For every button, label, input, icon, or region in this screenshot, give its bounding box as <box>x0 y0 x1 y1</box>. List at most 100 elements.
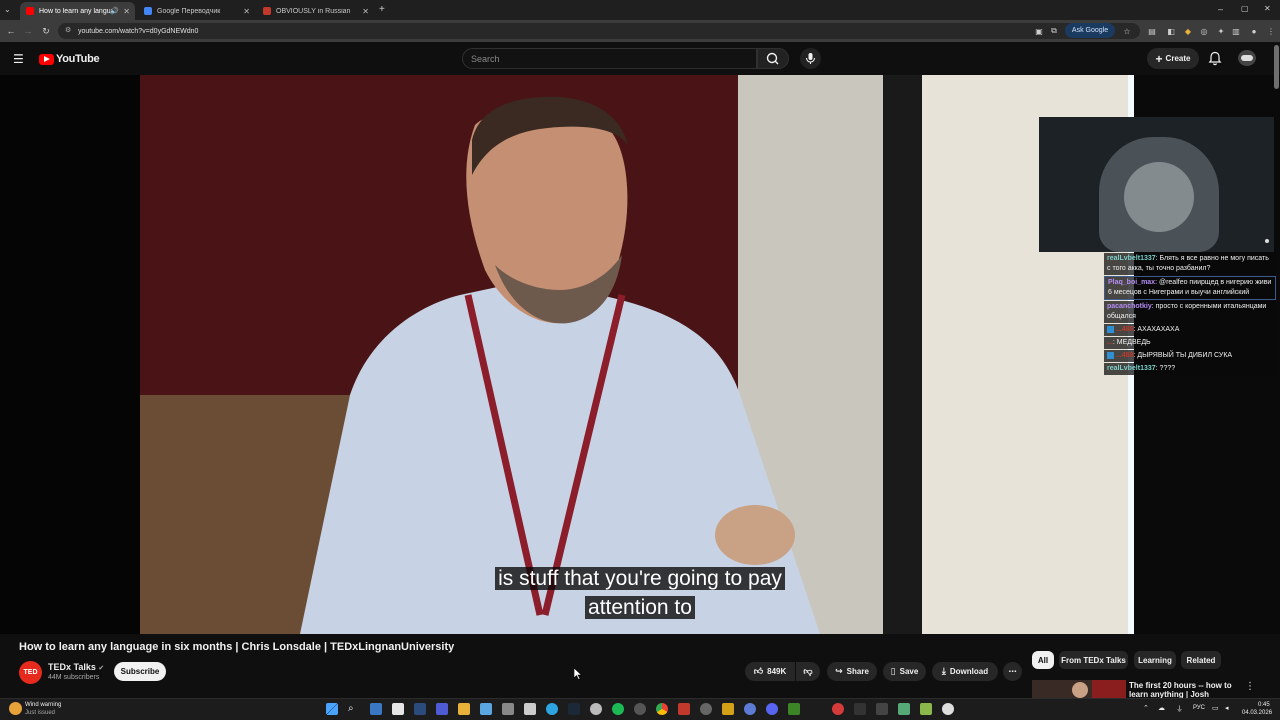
chat-username: pacanchotkiy <box>1107 303 1152 310</box>
file-explorer-icon[interactable] <box>458 703 470 715</box>
bookmark-star-icon[interactable]: ☆ <box>1122 26 1132 36</box>
like-button[interactable]: 👍︎ 849K <box>745 662 795 681</box>
app-icon[interactable] <box>436 703 448 715</box>
tab-title: How to learn any language <box>39 7 115 15</box>
tab-search-icon[interactable]: ⌄ <box>4 5 11 14</box>
app-icon[interactable] <box>942 703 954 715</box>
app-icon[interactable] <box>876 703 888 715</box>
chip-all[interactable]: All <box>1032 651 1054 669</box>
tab-youtube[interactable]: How to learn any language 🔊 ✕ <box>20 2 135 20</box>
app-icon[interactable] <box>920 703 932 715</box>
channel-name[interactable]: TEDx Talks ✔ <box>48 662 104 672</box>
app-icon[interactable] <box>854 703 866 715</box>
save-button[interactable]: ▯ Save <box>883 662 926 681</box>
weather-title[interactable]: Wind warning <box>25 702 61 708</box>
task-view-icon[interactable] <box>370 703 382 715</box>
sidepanel-icon[interactable]: ▥ <box>1231 26 1241 36</box>
clock-time[interactable]: 0:45 <box>1258 702 1270 708</box>
spotify-icon[interactable] <box>612 703 624 715</box>
voice-search-button[interactable] <box>800 48 821 69</box>
new-tab-icon[interactable]: + <box>379 4 385 15</box>
site-info-icon[interactable]: ⚙ <box>65 26 71 34</box>
extension-icon[interactable]: ◎ <box>1199 26 1209 36</box>
youtube-logo[interactable]: YouTube <box>39 53 100 65</box>
tab-google-translate[interactable]: Google Переводчик ✕ <box>138 2 255 20</box>
app-icon[interactable] <box>700 703 712 715</box>
extension-icon[interactable]: ◧ <box>1166 26 1176 36</box>
channel-avatar[interactable]: TED <box>19 661 42 684</box>
app-icon[interactable] <box>502 703 514 715</box>
discord-icon[interactable] <box>766 703 778 715</box>
volume-icon[interactable]: ◂ <box>1225 704 1229 712</box>
minimize-icon[interactable]: – <box>1218 4 1223 14</box>
app-icon[interactable] <box>414 703 426 715</box>
app-icon[interactable] <box>480 703 492 715</box>
close-icon[interactable]: ✕ <box>362 7 369 16</box>
chat-username: realLvbelt1337 <box>1107 255 1156 262</box>
recommendation-menu-icon[interactable]: ⋮ <box>1245 681 1255 692</box>
speaker-icon[interactable]: 🔊 <box>110 7 119 15</box>
extension-icon[interactable]: ◆ <box>1183 26 1193 36</box>
tab-cambridge[interactable]: OBVIOUSLY in Russian - Camb ✕ <box>257 2 374 20</box>
input-language[interactable]: РУС <box>1193 705 1205 711</box>
chat-text: ДЫРЯВЫЙ ТЫ ДИБИЛ СУКА <box>1137 352 1233 359</box>
reload-icon[interactable]: ↻ <box>39 24 53 38</box>
streamer-webcam <box>1039 117 1274 252</box>
telegram-icon[interactable] <box>546 703 558 715</box>
verified-check-icon: ✔ <box>98 665 105 672</box>
chip-learning[interactable]: Learning <box>1134 651 1176 669</box>
search-icon[interactable]: ⌕ <box>348 703 360 715</box>
chip-from-tedx-talks[interactable]: From TEDx Talks <box>1059 651 1128 669</box>
back-icon[interactable]: ← <box>4 24 18 38</box>
scrollbar-thumb[interactable] <box>1274 45 1279 89</box>
cast-icon[interactable]: ⧉ <box>1049 26 1059 36</box>
page-scrollbar[interactable] <box>1274 45 1279 695</box>
share-button[interactable]: ↪ Share <box>827 662 877 681</box>
download-button[interactable]: ⤓ Download <box>932 662 998 681</box>
more-actions-button[interactable]: ⋯ <box>1003 662 1022 681</box>
create-button[interactable]: + Create <box>1147 48 1199 69</box>
app-icon[interactable] <box>722 703 734 715</box>
tray-chevron-icon[interactable]: ⌃ <box>1143 704 1149 712</box>
recommendation-thumbnail[interactable] <box>1032 680 1126 698</box>
tray-app-icon[interactable]: ☁ <box>1158 704 1165 712</box>
extensions-puzzle-icon[interactable]: ✦ <box>1216 26 1226 36</box>
hamburger-menu-icon[interactable]: ☰ <box>13 52 24 66</box>
calendar-icon[interactable] <box>524 703 536 715</box>
app-icon[interactable] <box>898 703 910 715</box>
window-close-icon[interactable]: ✕ <box>1264 4 1271 13</box>
chip-related[interactable]: Related <box>1181 651 1221 669</box>
tray-mic-icon[interactable]: ⏚ <box>1176 704 1183 714</box>
account-avatar[interactable] <box>1238 50 1256 66</box>
maximize-icon[interactable]: ▢ <box>1241 4 1249 13</box>
windows-start-icon[interactable] <box>326 703 338 715</box>
app-icon[interactable] <box>832 703 844 715</box>
app-icon[interactable] <box>590 703 602 715</box>
install-icon[interactable]: ▣ <box>1034 26 1044 36</box>
search-input[interactable]: Search <box>462 48 757 69</box>
recommendation-title[interactable]: The first 20 hours -- how to learn anyth… <box>1129 681 1239 699</box>
windows-taskbar: Wind warning Just issued ⌕ ⌃ ☁ ⏚ РУС ▭ ◂… <box>0 698 1280 720</box>
weather-warning-icon[interactable] <box>9 702 22 715</box>
chrome-icon[interactable] <box>656 703 668 715</box>
search-button[interactable] <box>757 48 789 69</box>
steam-icon[interactable] <box>568 703 580 715</box>
close-icon[interactable]: ✕ <box>123 7 130 16</box>
notifications-bell-icon[interactable] <box>1208 51 1222 71</box>
app-icon[interactable] <box>392 703 404 715</box>
network-icon[interactable]: ▭ <box>1212 704 1219 712</box>
profile-icon[interactable]: ● <box>1249 26 1259 36</box>
forward-icon[interactable]: → <box>21 24 35 38</box>
close-icon[interactable]: ✕ <box>243 7 250 16</box>
extension-icon[interactable]: ▤ <box>1147 26 1157 36</box>
subscribe-button[interactable]: Subscribe <box>114 662 166 681</box>
address-bar[interactable]: ⚙ youtube.com/watch?v=d0yGdNEWdn0 <box>58 23 1140 39</box>
dislike-button[interactable]: 👎︎ <box>796 662 820 681</box>
app-icon[interactable] <box>744 703 756 715</box>
minecraft-icon[interactable] <box>788 703 800 715</box>
ask-google-button[interactable]: Ask Google <box>1065 23 1115 38</box>
app-icon[interactable] <box>678 703 690 715</box>
clock-date[interactable]: 04.03.2026 <box>1242 710 1272 716</box>
menu-dots-icon[interactable]: ⋮ <box>1266 26 1276 36</box>
app-icon[interactable] <box>634 703 646 715</box>
